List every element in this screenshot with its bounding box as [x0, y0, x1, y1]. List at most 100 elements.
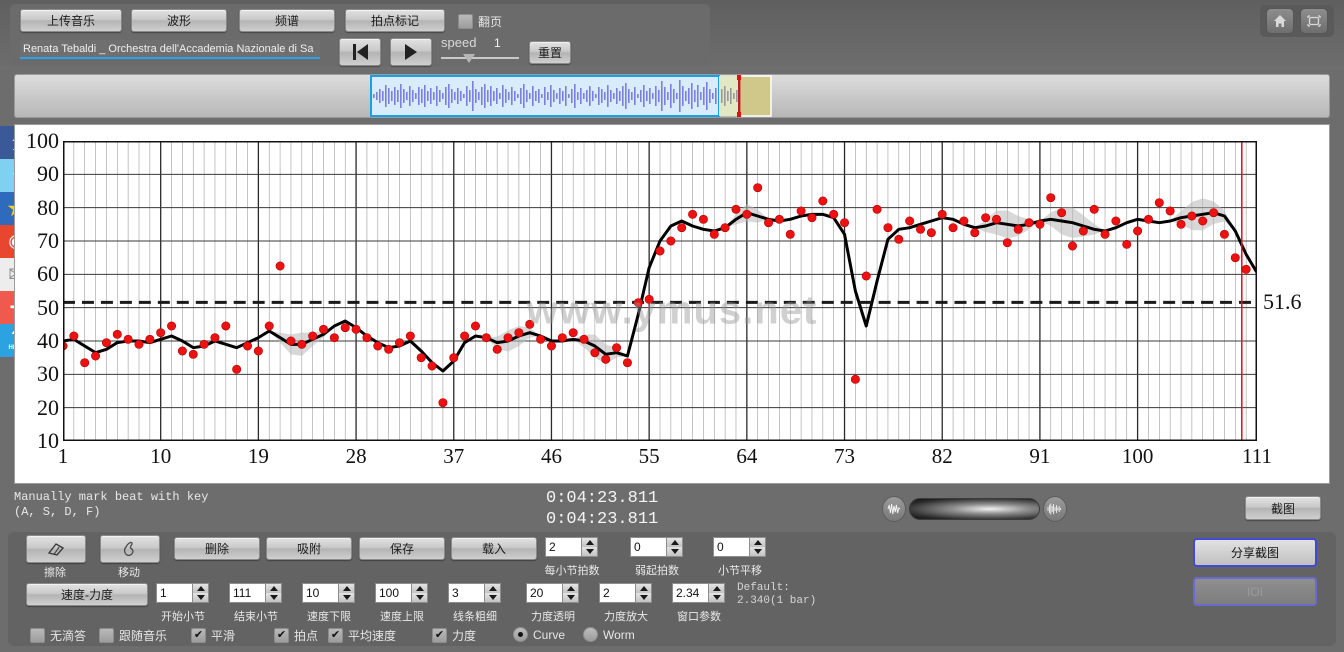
- window-param-input[interactable]: [672, 583, 708, 603]
- home-icon[interactable]: [1266, 8, 1294, 34]
- no-tick-checkbox-wrap[interactable]: 无滴答: [30, 627, 86, 644]
- worm-radio[interactable]: [583, 627, 598, 642]
- tempo-max-arrows[interactable]: [411, 583, 428, 603]
- dynamics-checkbox-wrap[interactable]: 力度: [432, 627, 476, 644]
- dynamics-opacity-arrows[interactable]: [562, 583, 579, 603]
- waveform-small-icon[interactable]: [882, 496, 907, 522]
- bar-offset-spinner[interactable]: [713, 537, 766, 557]
- spin-down[interactable]: [193, 593, 208, 602]
- tempo-max-input[interactable]: [375, 583, 411, 603]
- erase-tool-button[interactable]: [26, 535, 86, 563]
- line-width-spinner[interactable]: [448, 583, 501, 603]
- pickup-beats-input[interactable]: [630, 537, 666, 557]
- spin-down[interactable]: [485, 593, 500, 602]
- average-tempo-checkbox-wrap[interactable]: 平均速度: [328, 627, 396, 644]
- dynamics-opacity-spinner[interactable]: [526, 583, 579, 603]
- tempo-min-input[interactable]: [302, 583, 338, 603]
- speed-slider-knob[interactable]: [463, 54, 475, 63]
- snap-button[interactable]: 吸附: [266, 537, 352, 560]
- start-bar-arrows[interactable]: [192, 583, 209, 603]
- upload-music-button[interactable]: 上传音乐: [20, 9, 122, 32]
- waveform-overview[interactable]: [14, 74, 1330, 118]
- curve-radio[interactable]: [513, 627, 528, 642]
- speed-slider-track[interactable]: [441, 57, 519, 59]
- beats-per-bar-spinner[interactable]: [545, 537, 598, 557]
- song-title-field[interactable]: Renata Tebaldi _ Orchestra dell'Accademi…: [20, 40, 320, 59]
- spin-down[interactable]: [636, 593, 651, 602]
- share-capture-button[interactable]: 分享截图: [1193, 538, 1317, 567]
- spectrum-button[interactable]: 频谱: [239, 9, 335, 32]
- capture-button[interactable]: 截图: [1245, 496, 1321, 520]
- pickup-beats-arrows[interactable]: [666, 537, 683, 557]
- spin-down[interactable]: [709, 593, 724, 602]
- volume-control[interactable]: [882, 496, 1067, 522]
- tempo-dynamics-mode-button[interactable]: 速度-力度: [26, 583, 148, 606]
- delete-button[interactable]: 删除: [174, 537, 260, 560]
- spin-down[interactable]: [667, 547, 682, 556]
- tempo-min-spinner[interactable]: [302, 583, 355, 603]
- start-bar-input[interactable]: [156, 583, 192, 603]
- spin-down[interactable]: [582, 547, 597, 556]
- spin-up[interactable]: [563, 584, 578, 593]
- smooth-checkbox-wrap[interactable]: 平滑: [191, 627, 235, 644]
- tempo-max-spinner[interactable]: [375, 583, 428, 603]
- no-tick-checkbox[interactable]: [30, 628, 45, 643]
- beats-per-bar-input[interactable]: [545, 537, 581, 557]
- dynamics-checkbox[interactable]: [432, 628, 447, 643]
- spin-down[interactable]: [339, 593, 354, 602]
- tempo-min-arrows[interactable]: [338, 583, 355, 603]
- tempo-chart-panel[interactable]: 10 20 30 40 50 60 70 80 90 100 1 10 19 28 37 46 55 64 73 8…: [14, 124, 1330, 484]
- line-width-input[interactable]: [448, 583, 484, 603]
- spin-up[interactable]: [636, 584, 651, 593]
- spin-up[interactable]: [750, 538, 765, 547]
- beats-checkbox[interactable]: [274, 628, 289, 643]
- rewind-button[interactable]: [339, 38, 381, 66]
- worm-radio-wrap[interactable]: Worm: [583, 627, 635, 642]
- window-param-spinner[interactable]: [672, 583, 725, 603]
- play-button[interactable]: [390, 38, 432, 66]
- window-param-arrows[interactable]: [708, 583, 725, 603]
- page-flip-checkbox[interactable]: [458, 14, 473, 29]
- tempo-plot-area[interactable]: 10 20 30 40 50 60 70 80 90 100 1 10 19 28 37 46 55 64 73 8…: [26, 128, 1302, 468]
- beat-marker-button[interactable]: 拍点标记: [345, 9, 445, 32]
- spin-down[interactable]: [266, 593, 281, 602]
- end-bar-arrows[interactable]: [265, 583, 282, 603]
- spin-up[interactable]: [193, 584, 208, 593]
- spin-up[interactable]: [412, 584, 427, 593]
- spin-up[interactable]: [485, 584, 500, 593]
- end-bar-input[interactable]: [229, 583, 265, 603]
- average-tempo-checkbox[interactable]: [328, 628, 343, 643]
- spin-up[interactable]: [709, 584, 724, 593]
- follow-music-checkbox-wrap[interactable]: 跟随音乐: [99, 627, 167, 644]
- line-width-arrows[interactable]: [484, 583, 501, 603]
- smooth-checkbox[interactable]: [191, 628, 206, 643]
- dynamics-scale-spinner[interactable]: [599, 583, 652, 603]
- bar-offset-input[interactable]: [713, 537, 749, 557]
- pickup-beats-spinner[interactable]: [630, 537, 683, 557]
- load-button[interactable]: 载入: [451, 537, 537, 560]
- spin-up[interactable]: [582, 538, 597, 547]
- beats-per-bar-arrows[interactable]: [581, 537, 598, 557]
- follow-music-checkbox[interactable]: [99, 628, 114, 643]
- spin-down[interactable]: [750, 547, 765, 556]
- page-flip-checkbox-wrap[interactable]: 翻页: [458, 13, 502, 30]
- dynamics-opacity-input[interactable]: [526, 583, 562, 603]
- fullscreen-icon[interactable]: [1300, 8, 1328, 34]
- start-bar-spinner[interactable]: [156, 583, 209, 603]
- spin-down[interactable]: [563, 593, 578, 602]
- spin-up[interactable]: [339, 584, 354, 593]
- dynamics-scale-input[interactable]: [599, 583, 635, 603]
- move-tool-button[interactable]: [100, 535, 160, 563]
- spin-up[interactable]: [667, 538, 682, 547]
- end-bar-spinner[interactable]: [229, 583, 282, 603]
- reset-button[interactable]: 重置: [529, 41, 571, 64]
- save-button[interactable]: 保存: [359, 537, 445, 560]
- waveform-dense-icon[interactable]: [1042, 496, 1067, 522]
- volume-slider[interactable]: [909, 498, 1040, 520]
- curve-radio-wrap[interactable]: Curve: [513, 627, 565, 642]
- bar-offset-arrows[interactable]: [749, 537, 766, 557]
- waveform-button[interactable]: 波形: [131, 9, 227, 32]
- spin-up[interactable]: [266, 584, 281, 593]
- beats-checkbox-wrap[interactable]: 拍点: [274, 627, 318, 644]
- spin-down[interactable]: [412, 593, 427, 602]
